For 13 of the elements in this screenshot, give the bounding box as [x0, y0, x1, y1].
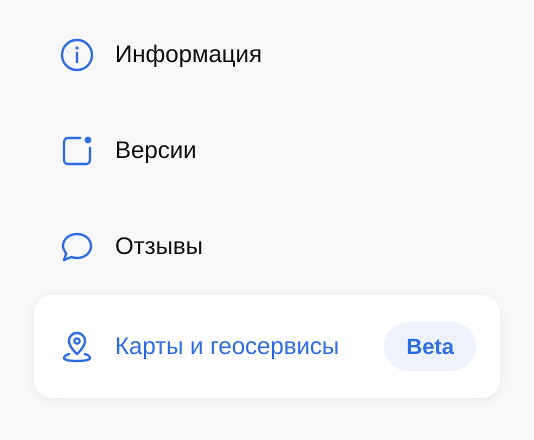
menu-item[interactable]: Версии: [34, 103, 500, 199]
beta-badge: Beta: [384, 322, 476, 371]
menu-label: Версии: [115, 136, 197, 166]
menu-label: Отзывы: [115, 232, 203, 262]
menu-label: Информация: [115, 40, 262, 70]
menu-item[interactable]: Информация: [34, 7, 500, 103]
square-dot-icon: [60, 134, 94, 168]
menu-item[interactable]: Отзывы: [34, 199, 500, 295]
location-pin-icon: [60, 330, 94, 364]
info-icon: [60, 38, 94, 72]
speech-bubble-icon: [60, 230, 94, 264]
menu-label: Карты и геосервисы: [115, 332, 340, 362]
menu-item[interactable]: Карты и геосервисы Beta: [34, 295, 500, 398]
